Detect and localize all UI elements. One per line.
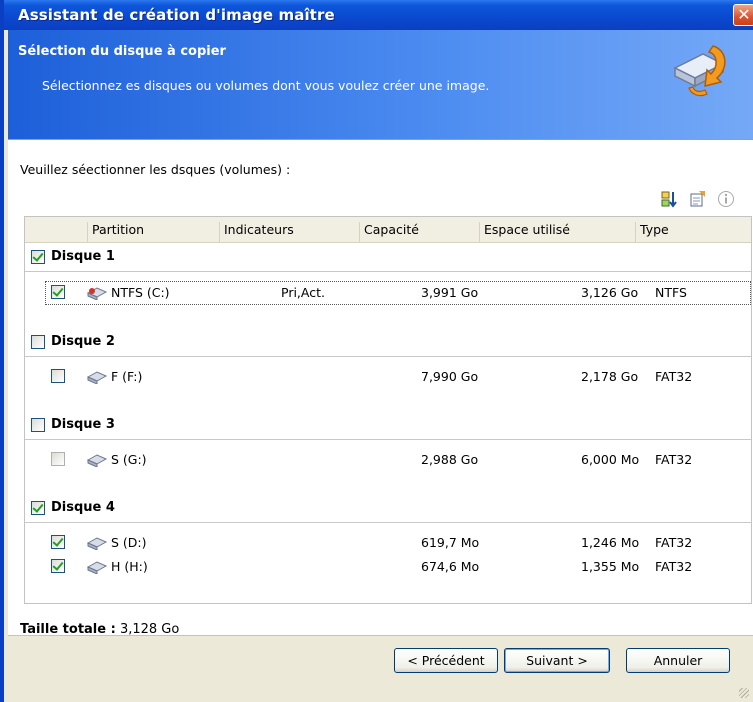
volume-type: FAT32: [655, 369, 693, 384]
volume-g-checkbox[interactable]: [51, 452, 65, 466]
next-button[interactable]: Suivant >: [504, 648, 610, 673]
volume-capacity: 674,6 Mo: [421, 559, 480, 574]
info-icon[interactable]: [717, 190, 735, 208]
partition-icon: [87, 454, 107, 467]
wizard-window: Assistant de création d'image maître ✕ S…: [0, 0, 753, 702]
step-subtitle: Sélectionnez es disques ou volumes dont …: [42, 78, 490, 93]
resize-grip[interactable]: [739, 688, 749, 698]
volume-used: 2,178 Go: [581, 369, 639, 384]
disk-row-1[interactable]: Disque 1: [25, 244, 751, 272]
column-flags[interactable]: Indicateurs: [219, 222, 294, 242]
volume-capacity: 7,990 Go: [421, 369, 479, 384]
wizard-content: Veuillez séectionner les dsques (volumes…: [8, 140, 753, 637]
selection-prompt: Veuillez séectionner les dsques (volumes…: [20, 162, 291, 177]
volume-name: H (H:): [111, 559, 148, 574]
volume-name: S (G:): [111, 452, 147, 467]
volume-type: FAT32: [655, 535, 693, 550]
volume-type: NTFS: [655, 285, 687, 300]
disk-label: Disque 3: [51, 417, 115, 432]
list-header: Partition Indicateurs Capacité Espace ut…: [25, 217, 751, 243]
disk-3-checkbox[interactable]: [31, 418, 45, 432]
partition-system-icon: [87, 287, 107, 300]
list-toolbar: [655, 190, 735, 210]
column-type[interactable]: Type: [635, 222, 669, 242]
disk-row-4[interactable]: Disque 4: [25, 495, 751, 523]
volume-name: S (D:): [111, 535, 147, 550]
volume-f-checkbox[interactable]: [51, 369, 65, 383]
sort-icon[interactable]: [661, 190, 679, 208]
disk-copy-arrow-icon: [673, 45, 726, 97]
volume-type: FAT32: [655, 452, 693, 467]
disk-4-checkbox[interactable]: [31, 501, 45, 515]
volume-capacity: 619,7 Mo: [421, 535, 480, 550]
back-button[interactable]: < Précédent: [394, 648, 498, 673]
disk-label: Disque 4: [51, 500, 115, 515]
column-used[interactable]: Espace utilisé: [479, 222, 570, 242]
title-bar[interactable]: Assistant de création d'image maître ✕: [4, 0, 753, 30]
volume-h-checkbox[interactable]: [51, 559, 65, 573]
wizard-header: Sélection du disque à copier Sélectionne…: [8, 30, 753, 140]
close-button[interactable]: ✕: [733, 4, 753, 26]
disk-volume-list[interactable]: Partition Indicateurs Capacité Espace ut…: [24, 216, 752, 604]
volume-used: 1,355 Mo: [581, 559, 640, 574]
volume-capacity: 2,988 Go: [421, 452, 479, 467]
volume-row-g[interactable]: S (G:) 2,988 Go 6,000 Mo FAT32: [25, 448, 751, 472]
volume-capacity: 3,991 Go: [421, 285, 479, 300]
volume-row-c[interactable]: NTFS (C:) Pri,Act. 3,991 Go 3,126 Go NTF…: [25, 281, 751, 305]
column-capacity[interactable]: Capacité: [359, 222, 419, 242]
disk-2-checkbox[interactable]: [31, 335, 45, 349]
volume-used: 3,126 Go: [581, 285, 639, 300]
volume-flags: Pri,Act.: [281, 285, 325, 300]
disk-label: Disque 2: [51, 334, 115, 349]
column-partition[interactable]: Partition: [87, 222, 144, 242]
volume-used: 1,246 Mo: [581, 535, 640, 550]
volume-used: 6,000 Mo: [581, 452, 640, 467]
partition-icon: [87, 561, 107, 574]
wizard-footer: < Précédent Suivant > Annuler: [8, 635, 753, 702]
volume-row-f[interactable]: F (F:) 7,990 Go 2,178 Go FAT32: [25, 365, 751, 389]
disk-1-checkbox[interactable]: [31, 250, 45, 264]
disk-row-3[interactable]: Disque 3: [25, 412, 751, 440]
window-title: Assistant de création d'image maître: [18, 6, 335, 24]
properties-icon[interactable]: [689, 190, 707, 208]
cancel-button[interactable]: Annuler: [626, 648, 730, 673]
volume-c-checkbox[interactable]: [51, 285, 65, 299]
volume-d-checkbox[interactable]: [51, 535, 65, 549]
volume-type: FAT32: [655, 559, 693, 574]
step-title: Sélection du disque à copier: [18, 44, 226, 59]
disk-label: Disque 1: [51, 249, 115, 264]
volume-name: F (F:): [111, 369, 143, 384]
disk-row-2[interactable]: Disque 2: [25, 329, 751, 357]
partition-icon: [87, 537, 107, 550]
partition-icon: [87, 371, 107, 384]
volume-name: NTFS (C:): [111, 285, 170, 300]
volume-row-d[interactable]: S (D:) 619,7 Mo 1,246 Mo FAT32: [25, 531, 751, 555]
volume-row-h[interactable]: H (H:) 674,6 Mo 1,355 Mo FAT32: [25, 555, 751, 579]
